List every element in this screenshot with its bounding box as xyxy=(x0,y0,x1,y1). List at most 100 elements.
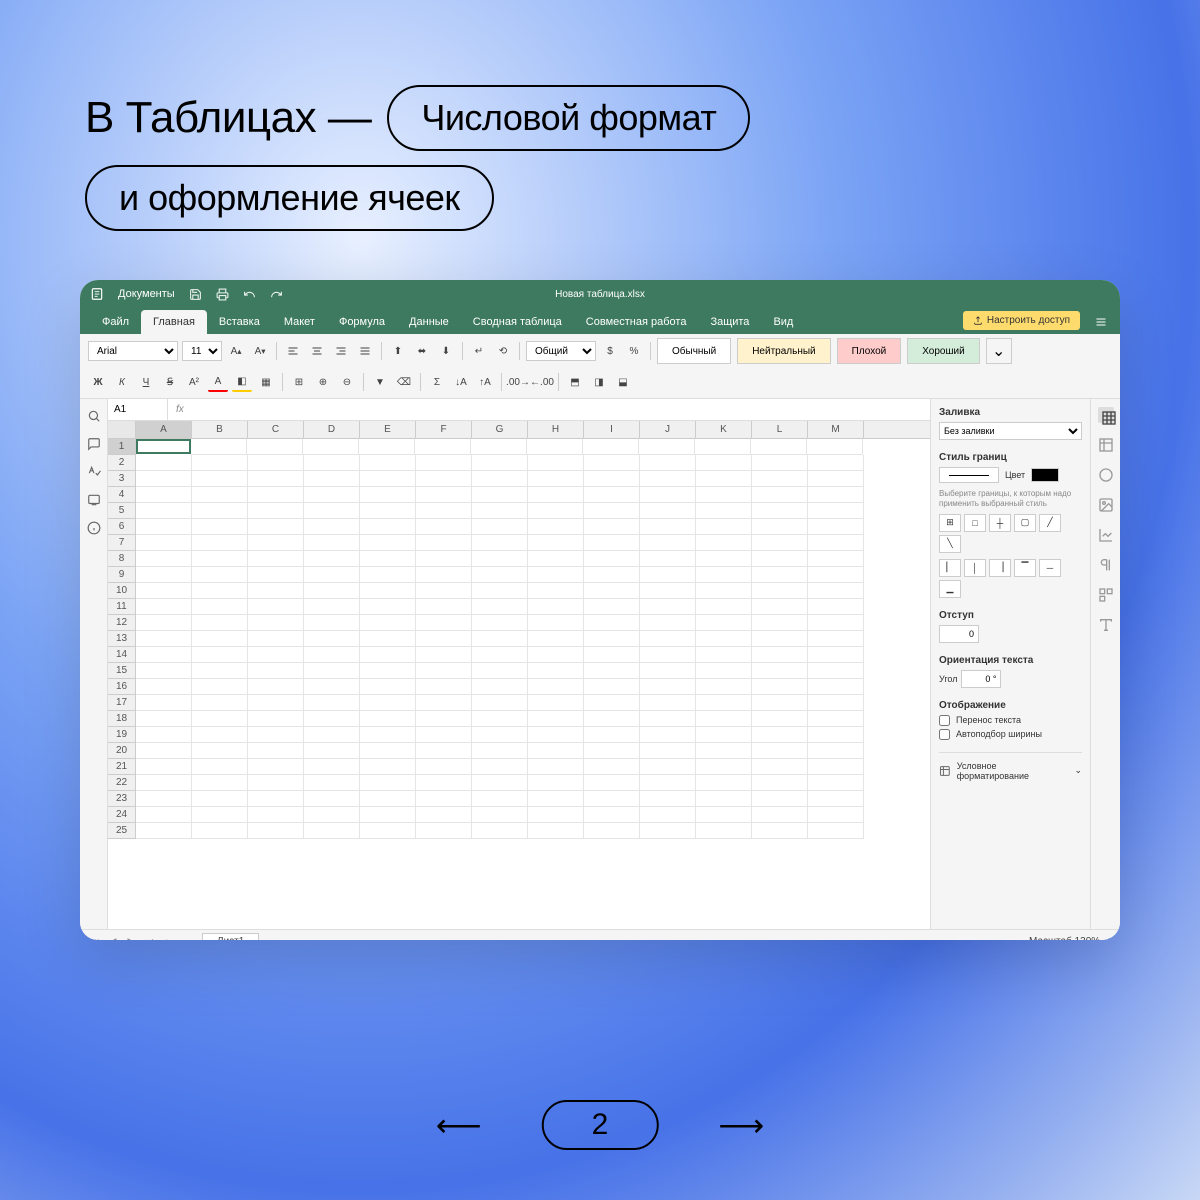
cell[interactable] xyxy=(752,631,808,647)
cell[interactable] xyxy=(248,487,304,503)
cell[interactable] xyxy=(584,727,640,743)
cell[interactable] xyxy=(360,551,416,567)
cell[interactable] xyxy=(248,567,304,583)
cell[interactable] xyxy=(752,743,808,759)
cond-format-label[interactable]: Условное форматирование xyxy=(957,761,1069,781)
cell[interactable] xyxy=(640,503,696,519)
cell[interactable] xyxy=(696,535,752,551)
cell[interactable] xyxy=(472,551,528,567)
cell[interactable] xyxy=(248,615,304,631)
cell[interactable] xyxy=(584,471,640,487)
cell[interactable] xyxy=(752,519,808,535)
prev-page-arrow-icon[interactable]: ⟵ xyxy=(436,1106,482,1144)
cell[interactable] xyxy=(192,759,248,775)
cell[interactable] xyxy=(192,535,248,551)
cell[interactable] xyxy=(248,759,304,775)
cell[interactable] xyxy=(752,695,808,711)
col-header[interactable]: M xyxy=(808,421,864,438)
col-header[interactable]: E xyxy=(360,421,416,438)
cell[interactable] xyxy=(696,487,752,503)
row-header[interactable]: 9 xyxy=(108,567,136,583)
bold-button[interactable]: Ж xyxy=(88,372,108,392)
valign-middle-icon[interactable]: ⬌ xyxy=(412,341,432,361)
cell[interactable] xyxy=(192,471,248,487)
cell[interactable] xyxy=(304,743,360,759)
cell[interactable] xyxy=(584,535,640,551)
cell-settings-icon[interactable] xyxy=(1098,407,1114,423)
cell[interactable] xyxy=(584,631,640,647)
cell[interactable] xyxy=(136,567,192,583)
cell[interactable] xyxy=(808,647,864,663)
cell[interactable] xyxy=(360,807,416,823)
cell[interactable] xyxy=(416,615,472,631)
sheet-next-icon[interactable]: ▶ xyxy=(124,935,138,941)
cell[interactable] xyxy=(472,471,528,487)
cell[interactable] xyxy=(752,759,808,775)
cell[interactable] xyxy=(528,711,584,727)
cell[interactable] xyxy=(640,583,696,599)
cell[interactable] xyxy=(136,631,192,647)
cell[interactable] xyxy=(472,679,528,695)
cell[interactable] xyxy=(248,631,304,647)
cell[interactable] xyxy=(136,535,192,551)
cell[interactable] xyxy=(808,567,864,583)
cell[interactable] xyxy=(584,455,640,471)
cell[interactable] xyxy=(808,727,864,743)
pivot-icon[interactable] xyxy=(1098,587,1114,603)
cell[interactable] xyxy=(416,631,472,647)
cell[interactable] xyxy=(416,759,472,775)
cell[interactable] xyxy=(640,535,696,551)
cell[interactable] xyxy=(696,631,752,647)
cell[interactable] xyxy=(640,455,696,471)
cell[interactable] xyxy=(584,647,640,663)
cell[interactable] xyxy=(696,615,752,631)
cell[interactable] xyxy=(808,535,864,551)
col-header[interactable]: H xyxy=(528,421,584,438)
cell[interactable] xyxy=(136,759,192,775)
cell[interactable] xyxy=(528,487,584,503)
row-header[interactable]: 5 xyxy=(108,503,136,519)
cell[interactable] xyxy=(528,743,584,759)
cell[interactable] xyxy=(584,599,640,615)
cell[interactable] xyxy=(528,791,584,807)
increase-font-icon[interactable]: A▴ xyxy=(226,341,246,361)
decrease-font-icon[interactable]: A▾ xyxy=(250,341,270,361)
cell[interactable] xyxy=(304,647,360,663)
cell[interactable] xyxy=(360,647,416,663)
cell[interactable] xyxy=(360,775,416,791)
underline-button[interactable]: Ч xyxy=(136,372,156,392)
cell[interactable] xyxy=(584,519,640,535)
sheet-last-icon[interactable]: ⏭ xyxy=(142,935,156,941)
cell[interactable] xyxy=(808,615,864,631)
cell[interactable] xyxy=(528,727,584,743)
cell[interactable] xyxy=(136,647,192,663)
cell[interactable] xyxy=(472,807,528,823)
font-size-select[interactable]: 11 xyxy=(182,341,222,361)
menu-data[interactable]: Данные xyxy=(397,310,461,334)
cell[interactable] xyxy=(808,583,864,599)
cell[interactable] xyxy=(752,487,808,503)
formula-input[interactable] xyxy=(192,399,930,420)
row-header[interactable]: 18 xyxy=(108,711,136,727)
cell[interactable] xyxy=(304,791,360,807)
cell[interactable] xyxy=(472,583,528,599)
cell[interactable] xyxy=(304,503,360,519)
cell[interactable] xyxy=(192,551,248,567)
cell[interactable] xyxy=(752,503,808,519)
cell[interactable] xyxy=(136,615,192,631)
cell[interactable] xyxy=(528,583,584,599)
border-top-icon[interactable]: ▔ xyxy=(1014,559,1036,577)
cell[interactable] xyxy=(304,631,360,647)
cell[interactable] xyxy=(472,615,528,631)
cell[interactable] xyxy=(248,791,304,807)
border-color-swatch[interactable] xyxy=(1031,468,1059,482)
decimal-dec-icon[interactable]: ←.00 xyxy=(532,372,552,392)
cell[interactable] xyxy=(584,791,640,807)
cell[interactable] xyxy=(808,503,864,519)
cell[interactable] xyxy=(192,519,248,535)
select-all-corner[interactable] xyxy=(108,421,136,438)
cell[interactable] xyxy=(136,583,192,599)
borders-icon[interactable]: ▦ xyxy=(256,372,276,392)
cell[interactable] xyxy=(696,471,752,487)
cell[interactable] xyxy=(304,775,360,791)
